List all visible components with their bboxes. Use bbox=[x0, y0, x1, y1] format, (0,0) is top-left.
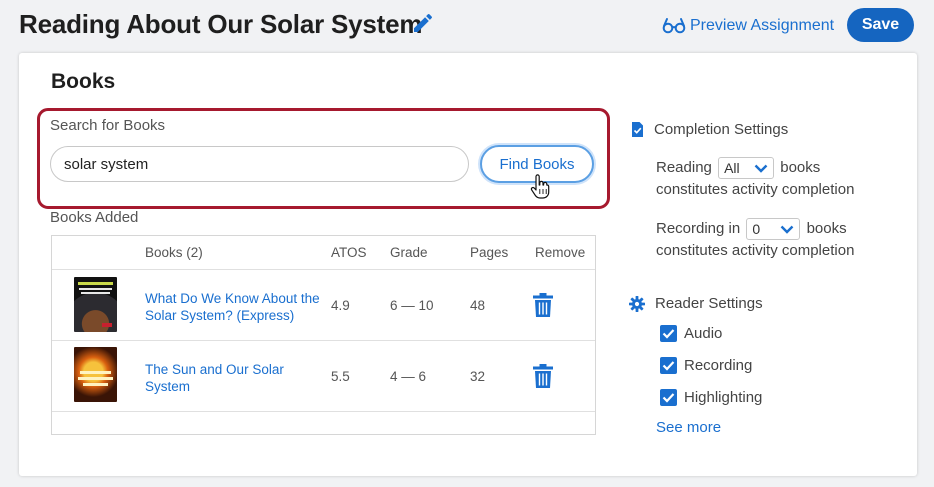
highlighting-option[interactable]: Highlighting bbox=[660, 389, 762, 406]
pencil-icon[interactable] bbox=[411, 11, 435, 35]
chevron-down-icon bbox=[754, 164, 768, 173]
reading-books-select[interactable]: All bbox=[718, 157, 775, 180]
reading-completion-line2: constitutes activity completion bbox=[656, 181, 855, 199]
book-grade: 6 — 10 bbox=[390, 298, 434, 313]
assignment-card: Books Search for Books Find Books Books … bbox=[19, 53, 917, 476]
recording-label: Recording bbox=[684, 357, 753, 374]
trash-icon[interactable] bbox=[532, 293, 554, 318]
book-title-link[interactable]: What Do We Know About the Solar System? … bbox=[145, 290, 325, 324]
reader-settings-label: Reader Settings bbox=[655, 295, 763, 312]
column-header-atos: ATOS bbox=[331, 245, 367, 260]
book-cover-image[interactable] bbox=[74, 347, 117, 402]
table-row: What Do We Know About the Solar System? … bbox=[52, 270, 595, 340]
recording-completion-text: Recording in 0 books constitutes activit… bbox=[656, 218, 854, 262]
checkmark-icon bbox=[662, 329, 675, 339]
book-atos: 5.5 bbox=[331, 369, 350, 384]
see-more-link[interactable]: See more bbox=[656, 419, 721, 436]
reading-suffix: books bbox=[780, 159, 821, 176]
recording-completion-line2: constitutes activity completion bbox=[656, 242, 855, 260]
checkmark-icon bbox=[662, 361, 675, 371]
preview-assignment-link[interactable]: Preview Assignment bbox=[662, 14, 834, 38]
completion-settings-label: Completion Settings bbox=[654, 121, 789, 138]
search-input[interactable] bbox=[50, 146, 469, 182]
recording-checkbox[interactable] bbox=[660, 357, 677, 374]
reader-settings-heading: Reader Settings bbox=[629, 295, 763, 312]
gear-icon bbox=[629, 295, 645, 312]
books-added-label: Books Added bbox=[50, 209, 139, 226]
highlighting-label: Highlighting bbox=[684, 389, 763, 406]
highlighting-checkbox[interactable] bbox=[660, 389, 677, 406]
checkmark-icon bbox=[662, 393, 675, 403]
book-grade: 4 — 6 bbox=[390, 369, 427, 384]
column-header-pages: Pages bbox=[470, 245, 509, 260]
column-header-grade: Grade bbox=[390, 245, 428, 260]
table-row: The Sun and Our Solar System 5.5 4 — 6 3… bbox=[52, 341, 595, 411]
chevron-down-icon bbox=[781, 225, 794, 234]
reading-completion-text: Reading All books constitutes activity c… bbox=[656, 157, 854, 201]
recording-option[interactable]: Recording bbox=[660, 357, 752, 374]
audio-label: Audio bbox=[684, 325, 723, 342]
preview-assignment-label: Preview Assignment bbox=[690, 17, 835, 34]
audio-checkbox[interactable] bbox=[660, 325, 677, 342]
save-button[interactable]: Save bbox=[847, 8, 914, 42]
audio-option[interactable]: Audio bbox=[660, 325, 722, 342]
book-cover-image[interactable] bbox=[74, 277, 117, 332]
recording-books-select[interactable]: 0 bbox=[746, 218, 801, 241]
recording-suffix: books bbox=[806, 220, 847, 237]
search-label: Search for Books bbox=[50, 117, 166, 134]
trash-icon[interactable] bbox=[532, 364, 554, 389]
reading-books-value: All bbox=[724, 160, 740, 177]
hand-pointer-icon bbox=[530, 174, 550, 199]
column-header-remove: Remove bbox=[535, 245, 586, 260]
book-title-link[interactable]: The Sun and Our Solar System bbox=[145, 361, 325, 395]
book-pages: 32 bbox=[470, 369, 486, 384]
glasses-icon bbox=[662, 18, 686, 34]
recording-prefix: Recording in bbox=[656, 220, 741, 237]
books-section-title: Books bbox=[51, 70, 116, 93]
book-pages: 48 bbox=[470, 298, 486, 313]
completion-settings-heading: Completion Settings bbox=[631, 121, 788, 138]
column-header-books: Books (2) bbox=[145, 245, 203, 260]
page-title: Reading About Our Solar System bbox=[19, 9, 423, 39]
book-atos: 4.9 bbox=[331, 298, 350, 313]
books-table: Books (2) ATOS Grade Pages Remove What D… bbox=[51, 235, 596, 435]
page-header: Reading About Our Solar System Preview A… bbox=[0, 0, 934, 52]
checklist-icon bbox=[632, 122, 643, 137]
recording-books-value: 0 bbox=[752, 221, 761, 238]
table-divider bbox=[52, 411, 595, 412]
reading-prefix: Reading bbox=[656, 159, 712, 176]
